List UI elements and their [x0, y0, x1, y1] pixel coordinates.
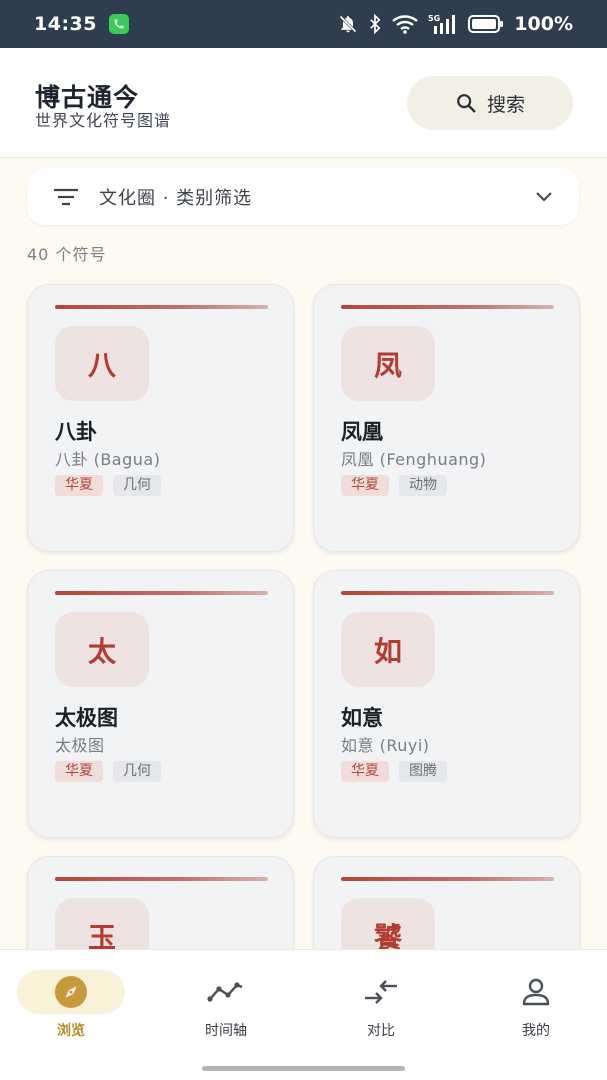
symbol-card-bagua[interactable]: 八 八卦 八卦 (Bagua) 华夏 几何 [27, 284, 294, 552]
battery-percent: 100% [514, 13, 573, 35]
card-glyph: 八 [55, 326, 149, 401]
5g-signal-icon: 5G [428, 13, 458, 35]
category-tag: 图腾 [399, 761, 447, 782]
culture-tag: 华夏 [55, 761, 103, 782]
symbol-card-taiji[interactable]: 太 太极图 太极图 华夏 几何 [27, 570, 294, 838]
battery-icon [468, 15, 504, 33]
chevron-down-icon [536, 191, 552, 202]
nav-compare[interactable]: 对比 [327, 970, 435, 1050]
svg-text:5G: 5G [428, 14, 440, 23]
compass-icon [55, 976, 87, 1008]
culture-tag: 华夏 [55, 475, 103, 496]
app-header: 博古通今 世界文化符号图谱 搜索 [0, 48, 607, 158]
compare-arrows-icon [365, 980, 397, 1004]
culture-tag: 华夏 [341, 761, 389, 782]
symbol-card-ruyi[interactable]: 如 如意 如意 (Ruyi) 华夏 图腾 [313, 570, 580, 838]
card-subtitle: 凤凰 (Fenghuang) [341, 450, 487, 469]
card-accent-bar [341, 877, 554, 881]
card-subtitle: 如意 (Ruyi) [341, 736, 430, 755]
card-glyph: 凤 [341, 326, 435, 401]
home-indicator[interactable] [202, 1066, 405, 1071]
category-tag: 几何 [113, 761, 161, 782]
nav-label: 时间轴 [205, 1023, 247, 1039]
person-icon [522, 978, 550, 1006]
card-accent-bar [55, 877, 268, 881]
filter-icon [54, 188, 78, 205]
card-subtitle: 八卦 (Bagua) [55, 450, 161, 469]
symbol-card-fenghuang[interactable]: 凤 凤凰 凤凰 (Fenghuang) 华夏 动物 [313, 284, 580, 552]
nav-label: 我的 [522, 1023, 550, 1039]
card-accent-bar [341, 591, 554, 595]
card-title: 凤凰 [341, 420, 383, 444]
nav-profile[interactable]: 我的 [482, 970, 590, 1050]
nav-timeline[interactable]: 时间轴 [172, 970, 280, 1050]
phone-app-icon [108, 14, 129, 34]
filter-label: 文化圈 · 类别筛选 [99, 187, 253, 209]
category-tag: 动物 [399, 475, 447, 496]
nav-label: 对比 [367, 1023, 395, 1039]
status-bar: 14:35 5G 100% [0, 0, 607, 48]
card-subtitle: 太极图 [55, 736, 105, 755]
card-title: 太极图 [55, 706, 118, 730]
culture-tag: 华夏 [341, 475, 389, 496]
app-subtitle: 世界文化符号图谱 [35, 111, 172, 130]
nav-label: 浏览 [57, 1023, 85, 1039]
card-accent-bar [341, 305, 554, 309]
card-title: 八卦 [55, 420, 97, 444]
card-title: 如意 [341, 706, 383, 730]
bluetooth-icon [368, 14, 382, 34]
card-accent-bar [55, 591, 268, 595]
status-time: 14:35 [34, 13, 97, 35]
symbol-count: 40 个符号 [27, 245, 107, 264]
card-glyph: 太 [55, 612, 149, 687]
search-icon [457, 94, 476, 113]
category-tag: 几何 [113, 475, 161, 496]
timeline-icon [207, 982, 243, 1002]
nav-browse[interactable]: 浏览 [17, 970, 125, 1050]
filter-dropdown[interactable]: 文化圈 · 类别筛选 [27, 168, 579, 225]
card-glyph: 如 [341, 612, 435, 687]
wifi-icon [392, 14, 419, 34]
card-accent-bar [55, 305, 268, 309]
search-label: 搜索 [486, 93, 525, 116]
bottom-nav: 浏览 时间轴 对比 我的 [0, 949, 607, 1080]
search-button[interactable]: 搜索 [407, 76, 573, 130]
mute-bell-icon [338, 14, 358, 34]
